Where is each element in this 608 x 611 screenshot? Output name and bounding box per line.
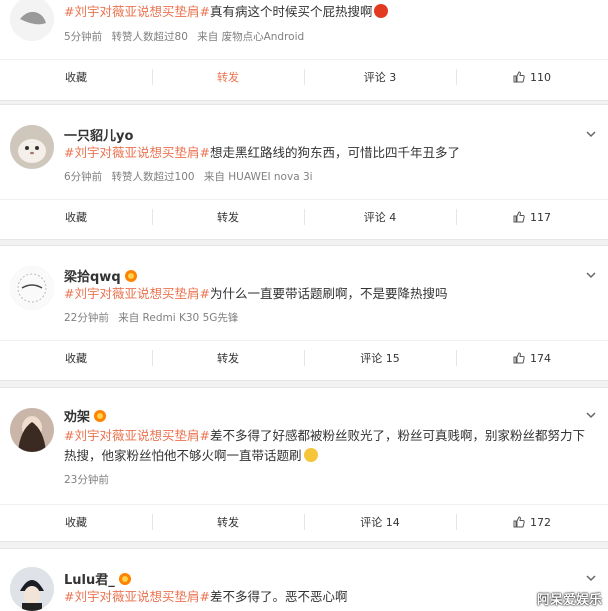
watermark: 阿呆爱娱乐 <box>536 593 602 608</box>
collect-button[interactable]: 收藏 <box>0 60 152 94</box>
comment-button[interactable]: 评论 4 <box>304 200 456 234</box>
vip-badge-icon <box>118 573 131 585</box>
topic-link[interactable]: #刘宇对薇亚说想买垫肩# <box>64 4 210 19</box>
topic-link[interactable]: #刘宇对薇亚说想买垫肩# <box>64 286 210 301</box>
comment-text: #刘宇对薇亚说想买垫肩#为什么一直要带话题刷啊，不是要降热搜吗 <box>64 286 448 301</box>
retweet-button[interactable]: 转发 <box>152 505 304 539</box>
action-bar: 收藏 转发 评论 15 174 <box>0 340 608 375</box>
comment-text: #刘宇对薇亚说想买垫肩#差不多得了。恶不恶心啊 <box>64 589 348 604</box>
chevron-down-icon[interactable] <box>584 571 598 585</box>
username[interactable]: Lulu君_ <box>64 569 131 588</box>
source-device: 来自 废物点心Android <box>197 31 305 43</box>
comment-feed: #刘宇对薇亚说想买垫肩#真有病这个时候买个屁热搜啊 5分钟前 转赞人数超过80 … <box>0 0 608 611</box>
collect-button[interactable]: 收藏 <box>0 200 152 234</box>
retweet-button[interactable]: 转发 <box>152 341 304 375</box>
source-device: 来自 Redmi K30 5G先锋 <box>118 312 239 324</box>
thumbs-up-icon <box>513 516 525 528</box>
comment-card: 劝架 #刘宇对薇亚说想买垫肩#差不多得了好感都被粉丝败光了，粉丝可真贱啊，别家粉… <box>0 387 608 542</box>
vip-badge-icon <box>94 410 107 422</box>
comment-meta: 6分钟前 转赞人数超过100 来自 HUAWEI nova 3i <box>64 169 319 184</box>
topic-link[interactable]: #刘宇对薇亚说想买垫肩# <box>64 589 210 604</box>
username[interactable]: 一只貂儿yo <box>64 125 133 144</box>
username[interactable]: 劝架 <box>64 406 107 425</box>
emoji-icon <box>374 4 389 18</box>
comment-meta: 5分钟前 转赞人数超过80 来自 废物点心Android <box>64 29 310 44</box>
comment-card: #刘宇对薇亚说想买垫肩#真有病这个时候买个屁热搜啊 5分钟前 转赞人数超过80 … <box>0 0 608 101</box>
vip-badge-icon <box>124 270 137 282</box>
topic-link[interactable]: #刘宇对薇亚说想买垫肩# <box>64 145 210 160</box>
collect-button[interactable]: 收藏 <box>0 341 152 375</box>
avatar[interactable] <box>10 266 54 310</box>
comment-text: #刘宇对薇亚说想买垫肩#想走黑红路线的狗东西，可惜比四千年丑多了 <box>64 145 460 160</box>
like-button[interactable]: 174 <box>456 341 608 375</box>
thumbs-up-icon <box>513 71 525 83</box>
like-button[interactable]: 117 <box>456 200 608 234</box>
username[interactable]: 梁拾qwq <box>64 266 137 285</box>
thumbs-up-icon <box>513 352 525 364</box>
engagement-note: 转赞人数超过80 <box>111 31 188 43</box>
timestamp: 6分钟前 <box>64 171 103 183</box>
topic-link[interactable]: #刘宇对薇亚说想买垫肩# <box>64 428 210 443</box>
chevron-down-icon[interactable] <box>584 408 598 422</box>
comment-text: #刘宇对薇亚说想买垫肩#真有病这个时候买个屁热搜啊 <box>64 2 590 22</box>
comment-meta: 23分钟前 <box>64 472 115 487</box>
comment-button[interactable]: 评论 15 <box>304 341 456 375</box>
action-bar: 收藏 转发 评论 4 117 <box>0 199 608 234</box>
chevron-down-icon[interactable] <box>584 268 598 282</box>
avatar[interactable] <box>10 0 54 41</box>
comment-card: Lulu君_ #刘宇对薇亚说想买垫肩#差不多得了。恶不恶心啊 <box>0 548 608 611</box>
comment-card: 梁拾qwq #刘宇对薇亚说想买垫肩#为什么一直要带话题刷啊，不是要降热搜吗 22… <box>0 245 608 381</box>
source-device: 来自 HUAWEI nova 3i <box>203 171 313 183</box>
comment-text: #刘宇对薇亚说想买垫肩#差不多得了好感都被粉丝败光了，粉丝可真贱啊，别家粉丝都努… <box>64 428 585 463</box>
retweet-button[interactable]: 转发 <box>152 60 304 94</box>
avatar[interactable] <box>10 125 54 169</box>
timestamp: 22分钟前 <box>64 312 109 324</box>
emoji-icon <box>303 448 318 462</box>
avatar[interactable] <box>10 567 54 611</box>
timestamp: 23分钟前 <box>64 474 109 486</box>
like-button[interactable]: 110 <box>456 60 608 94</box>
retweet-button[interactable]: 转发 <box>152 200 304 234</box>
comment-card: 一只貂儿yo #刘宇对薇亚说想买垫肩#想走黑红路线的狗东西，可惜比四千年丑多了 … <box>0 104 608 240</box>
timestamp: 5分钟前 <box>64 31 103 43</box>
comment-button[interactable]: 评论 3 <box>304 60 456 94</box>
comment-button[interactable]: 评论 14 <box>304 505 456 539</box>
like-button[interactable]: 172 <box>456 505 608 539</box>
avatar[interactable] <box>10 408 54 452</box>
chevron-down-icon[interactable] <box>584 127 598 141</box>
action-bar: 收藏 转发 评论 3 110 <box>0 59 608 94</box>
comment-meta: 22分钟前 来自 Redmi K30 5G先锋 <box>64 310 244 325</box>
collect-button[interactable]: 收藏 <box>0 505 152 539</box>
engagement-note: 转赞人数超过100 <box>111 171 195 183</box>
thumbs-up-icon <box>513 211 525 223</box>
action-bar: 收藏 转发 评论 14 172 <box>0 504 608 539</box>
